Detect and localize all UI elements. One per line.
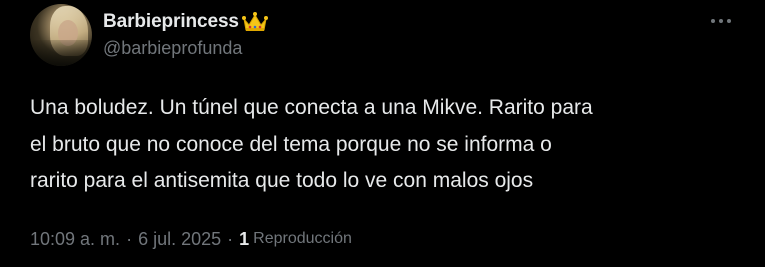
tweet-card: Barbieprincess @barbieprofunda Una bolud… — [0, 0, 765, 267]
more-dot-icon — [711, 19, 715, 23]
crown-icon — [241, 11, 269, 33]
avatar-shade — [30, 40, 92, 66]
views-count: 1 — [239, 228, 250, 249]
views-label: Reproducción — [253, 230, 352, 247]
more-dot-icon — [719, 19, 723, 23]
author-display-name[interactable]: Barbieprincess — [103, 11, 239, 33]
tweet-time[interactable]: 10:09 a. m. — [30, 229, 120, 250]
tweet-text: Una boludez. Un túnel que conecta a una … — [30, 90, 730, 200]
more-options-button[interactable] — [706, 8, 736, 34]
tweet-text-line: el bruto que no conoce del tema porque n… — [30, 132, 552, 156]
more-dot-icon — [727, 19, 731, 23]
tweet-meta: 10:09 a. m. · 6 jul. 2025 · 1 Reproducci… — [30, 226, 352, 252]
tweet-date[interactable]: 6 jul. 2025 — [138, 229, 221, 250]
meta-separator: · — [227, 228, 234, 249]
author-handle[interactable]: @barbieprofunda — [103, 38, 242, 59]
author-name-row: Barbieprincess — [103, 9, 269, 35]
tweet-text-line: rarito para el antisemita que todo lo ve… — [30, 169, 534, 192]
avatar[interactable] — [30, 4, 92, 66]
tweet-text-line: Una boludez. Un túnel que conecta a una … — [30, 96, 593, 119]
meta-separator: · — [126, 228, 133, 249]
